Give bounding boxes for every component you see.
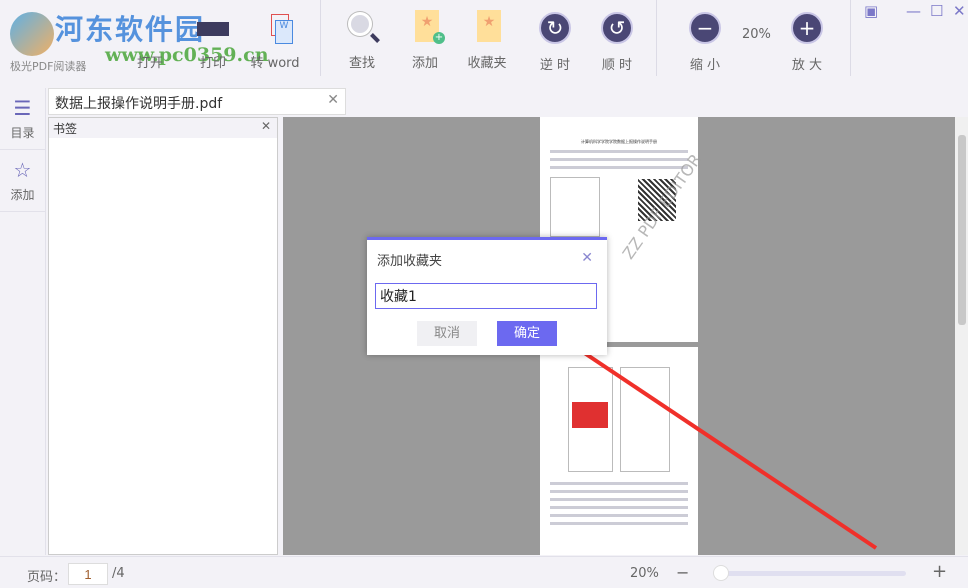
- status-zoom-level: 20%: [630, 566, 659, 581]
- zoom-in-small-button[interactable]: +: [932, 561, 947, 582]
- favorite-name-input[interactable]: [375, 283, 597, 309]
- status-bar: 页码： /4 20% − +: [0, 556, 968, 588]
- page-label: 页码：: [27, 570, 67, 585]
- zoom-slider[interactable]: [720, 571, 906, 576]
- page-total: /4: [112, 566, 125, 581]
- ok-button[interactable]: 确定: [497, 321, 557, 346]
- zoom-out-small-button[interactable]: −: [676, 563, 689, 582]
- page-number-input[interactable]: [68, 563, 108, 585]
- dialog-close-icon[interactable]: ✕: [581, 250, 593, 266]
- cancel-button[interactable]: 取消: [417, 321, 477, 346]
- add-favorite-dialog: 添加收藏夹 ✕ 取消 确定: [367, 237, 607, 355]
- zoom-slider-handle[interactable]: [713, 565, 729, 581]
- dialog-title: 添加收藏夹: [377, 254, 443, 269]
